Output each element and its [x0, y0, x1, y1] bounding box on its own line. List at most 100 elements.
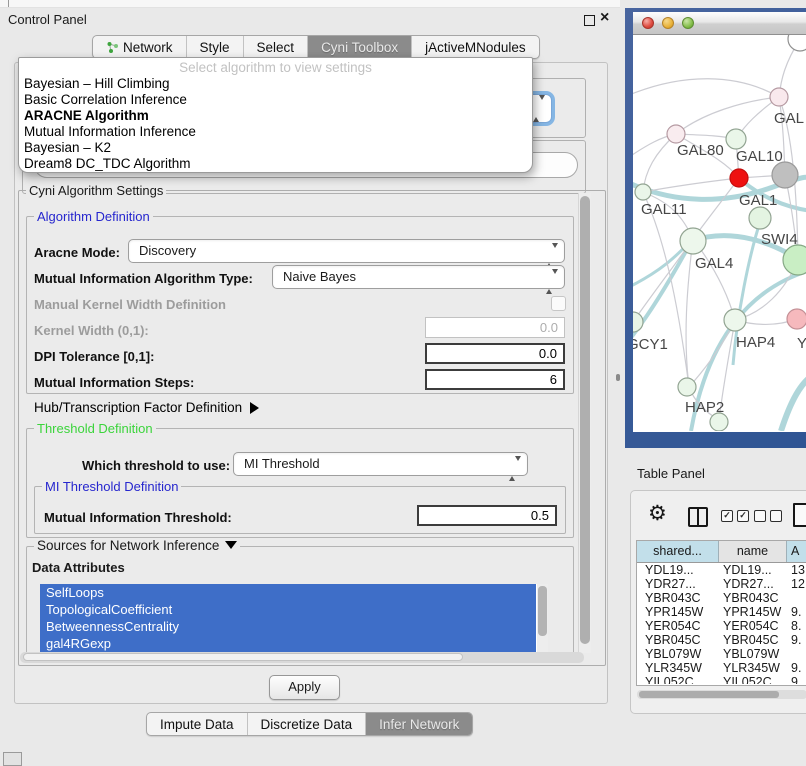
minimize-traffic-light-icon[interactable] — [662, 17, 674, 29]
network-window-titlebar[interactable] — [633, 12, 806, 35]
table-cell: 9. — [787, 605, 806, 619]
mi-steps-input[interactable]: 6 — [425, 369, 565, 390]
network-node[interactable] — [678, 378, 696, 396]
kernel-width-label: Kernel Width (0,1): — [34, 323, 149, 338]
table-row[interactable]: YBR045CYBR045C9. — [637, 633, 806, 647]
combo-arrows-icon — [546, 245, 558, 267]
apply-button[interactable]: Apply — [269, 675, 340, 700]
tab-label: Infer Network — [379, 717, 459, 732]
network-node[interactable] — [772, 162, 798, 188]
network-node[interactable] — [749, 207, 771, 229]
attribute-list-item[interactable]: TopologicalCoefficient — [40, 601, 536, 618]
network-node[interactable] — [770, 88, 788, 106]
settings-vertical-scrollbar[interactable] — [578, 193, 591, 653]
float-window-icon[interactable] — [584, 15, 595, 26]
table-cell — [787, 591, 806, 605]
network-node[interactable] — [787, 309, 806, 329]
tab-label: Select — [257, 40, 295, 55]
table-cell: 9 — [787, 675, 806, 684]
close-traffic-light-icon[interactable] — [642, 17, 654, 29]
threshold-definition-title: Threshold Definition — [34, 421, 156, 436]
node-label: SWI4 — [761, 231, 798, 248]
column-header[interactable]: A — [787, 541, 806, 562]
network-edge[interactable] — [643, 178, 739, 192]
network-edge[interactable] — [686, 239, 693, 387]
column-header[interactable]: name — [719, 541, 787, 562]
tab-infer-network[interactable]: Infer Network — [366, 713, 472, 735]
network-node[interactable] — [667, 125, 685, 143]
columns-icon[interactable] — [688, 507, 708, 527]
network-edge[interactable] — [781, 375, 806, 431]
attribute-list-item[interactable]: SelfLoops — [40, 584, 536, 601]
tab-cyni-toolbox[interactable]: Cyni Toolbox — [308, 36, 412, 58]
popup-item[interactable]: Dream8 DC_TDC Algorithm — [19, 156, 532, 172]
popup-item[interactable]: Bayesian – K2 — [19, 140, 532, 156]
popup-item[interactable]: Mutual Information Inference — [19, 124, 532, 140]
close-icon[interactable]: × — [600, 9, 609, 27]
network-node[interactable] — [726, 129, 746, 149]
list-vertical-scrollbar[interactable] — [537, 584, 548, 654]
panel-divider-handle[interactable] — [616, 374, 620, 381]
manual-kernel-checkbox[interactable] — [551, 296, 566, 311]
show-columns-icon[interactable]: ✓✓ — [721, 510, 749, 522]
network-node[interactable] — [788, 35, 806, 51]
network-node[interactable] — [680, 228, 706, 254]
table-cell: 9. — [787, 661, 806, 675]
mi-type-combo[interactable]: Naive Bayes — [272, 265, 565, 289]
table-row[interactable]: YBL079WYBL079W — [637, 647, 806, 661]
aracne-mode-combo[interactable]: Discovery — [128, 239, 565, 263]
attribute-list-item[interactable]: BetweennessCentrality — [40, 618, 536, 635]
mi-threshold-input[interactable]: 0.5 — [417, 505, 557, 526]
popup-item[interactable]: ARACNE Algorithm — [19, 108, 532, 124]
table-row[interactable]: YPR145WYPR145W9. — [637, 605, 806, 619]
sources-toggle[interactable]: Sources for Network Inference — [34, 538, 240, 553]
tab-select[interactable]: Select — [244, 36, 309, 58]
tab-jactivemnodules[interactable]: jActiveMNodules — [412, 36, 539, 58]
table-row[interactable]: YDR27...YDR27...12 — [637, 577, 806, 591]
settings-horizontal-scrollbar[interactable] — [20, 652, 584, 663]
table-cell: YBR045C — [637, 633, 719, 647]
algorithm-dropdown-popup: Select algorithm to view settings Bayesi… — [18, 57, 533, 173]
network-node[interactable] — [635, 184, 651, 200]
top-tab-bar: Network Style Select Cyni ToolboxjActiveMNo… — [92, 35, 540, 59]
table-row[interactable]: YER054CYER054C8. — [637, 619, 806, 633]
dpi-tolerance-input[interactable]: 0.0 — [425, 343, 565, 364]
popup-item[interactable]: Bayesian – Hill Climbing — [19, 76, 532, 92]
tab-impute-data[interactable]: Impute Data — [147, 713, 248, 735]
table-cell: YLR345W — [637, 661, 719, 675]
gear-icon[interactable]: ⚙ — [648, 503, 667, 525]
network-edge[interactable] — [633, 79, 779, 97]
panel-title: Control Panel — [8, 12, 87, 27]
table-cell: YER054C — [719, 619, 787, 633]
attribute-list-item[interactable]: gal4RGexp — [40, 635, 536, 652]
network-edge[interactable] — [643, 134, 676, 192]
table-horizontal-scrollbar[interactable] — [637, 690, 806, 699]
network-icon — [106, 41, 119, 54]
hub-definition-toggle[interactable]: Hub/Transcription Factor Definition — [34, 400, 259, 415]
zoom-traffic-light-icon[interactable] — [682, 17, 694, 29]
table-row[interactable]: YDL19...YDL19...13 — [637, 563, 806, 577]
tab-style[interactable]: Style — [187, 36, 244, 58]
network-edge[interactable] — [676, 97, 779, 134]
tab-label: Style — [200, 40, 230, 55]
network-node[interactable] — [724, 309, 746, 331]
column-header[interactable]: shared... — [637, 541, 719, 562]
table-row[interactable]: YIL052CYIL052C9 — [637, 675, 806, 684]
network-node[interactable] — [783, 245, 806, 275]
table-cell: YDL19... — [637, 563, 719, 577]
aracne-mode-label: Aracne Mode: — [34, 245, 120, 260]
restore-panel-icon[interactable] — [3, 752, 22, 766]
network-node[interactable] — [730, 169, 748, 187]
hide-columns-icon[interactable] — [754, 510, 782, 522]
network-node[interactable] — [633, 312, 643, 332]
tab-network[interactable]: Network — [93, 36, 187, 58]
table-row[interactable]: YBR043CYBR043C — [637, 591, 806, 605]
kernel-width-input[interactable]: 0.0 — [425, 317, 565, 338]
tab-discretize-data[interactable]: Discretize Data — [248, 713, 367, 735]
which-threshold-combo[interactable]: MI Threshold — [233, 452, 528, 476]
network-canvas[interactable]: GALGAL80GAL10GAL1GAL11SWI4GAL4GCY1HAP4YH… — [633, 35, 806, 431]
export-table-icon[interactable] — [793, 503, 806, 527]
table-row[interactable]: YLR345WYLR345W9. — [637, 661, 806, 675]
popup-item[interactable]: Basic Correlation Inference — [19, 92, 532, 108]
node-label: GAL — [774, 110, 804, 127]
